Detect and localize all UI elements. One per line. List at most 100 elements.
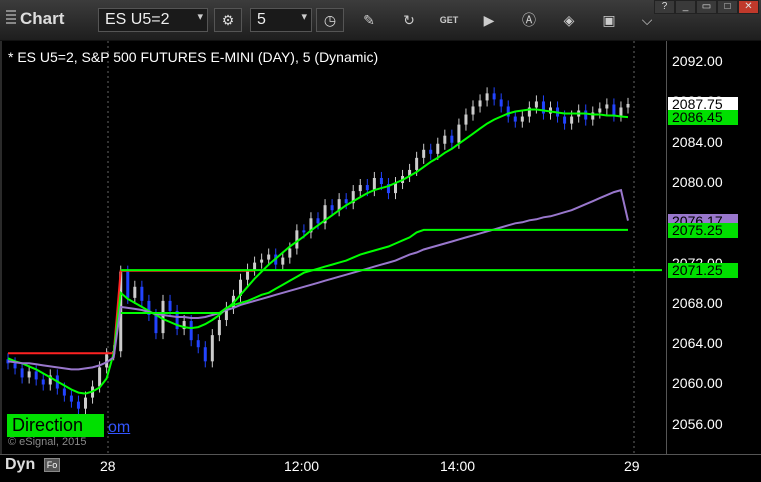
- refresh-icon[interactable]: ↻: [398, 10, 420, 30]
- clock-icon[interactable]: ◷: [316, 8, 344, 32]
- candle: [485, 87, 489, 107]
- candle: [253, 256, 257, 276]
- candle: [161, 294, 165, 340]
- candle: [534, 95, 538, 114]
- y-tick-label: 2064.00: [672, 335, 723, 352]
- dyn-label[interactable]: Dyn: [5, 456, 35, 474]
- candle: [246, 263, 250, 286]
- candle: [140, 280, 144, 307]
- direction-badge: Direction: [7, 414, 104, 437]
- grip-icon[interactable]: [6, 10, 16, 26]
- y-tick-label: 2056.00: [672, 415, 723, 432]
- candle: [527, 101, 531, 123]
- candle: [372, 171, 376, 197]
- candle: [394, 176, 397, 200]
- maximize-icon[interactable]: □: [717, 0, 738, 14]
- candle: [323, 199, 327, 230]
- candle: [196, 334, 200, 354]
- candle: [513, 110, 517, 128]
- x-tick-label: 12:00: [284, 458, 320, 474]
- candle: [210, 329, 214, 368]
- copyright: © eSignal, 2015: [8, 436, 87, 448]
- candle: [76, 395, 80, 415]
- get-icon[interactable]: GET: [438, 10, 460, 30]
- minimize-icon[interactable]: _: [675, 0, 696, 14]
- chart-title: * ES U5=2, S&P 500 FUTURES E-MINI (DAY),…: [8, 49, 379, 65]
- candle: [506, 100, 510, 123]
- window-title-label: Chart: [20, 9, 65, 28]
- candle: [471, 100, 475, 121]
- y-tick-label: 2080.00: [672, 174, 723, 191]
- candle: [20, 362, 24, 384]
- pencil-icon[interactable]: ✎: [358, 10, 380, 30]
- candle: [520, 110, 524, 128]
- candle: [337, 193, 341, 217]
- candle: [584, 104, 588, 126]
- x-tick-label: 28: [100, 458, 116, 474]
- play-icon[interactable]: ▶: [478, 10, 500, 30]
- candle: [464, 108, 468, 131]
- candle: [48, 369, 52, 391]
- window-title: Chart: [6, 9, 64, 29]
- chevron-down-icon[interactable]: ▾: [301, 10, 307, 23]
- candle: [175, 304, 179, 336]
- y-tick-label: 2092.00: [672, 53, 723, 70]
- candle: [541, 95, 545, 120]
- y-tick-label: 2084.00: [672, 133, 723, 150]
- candle: [422, 143, 426, 164]
- symbol-input[interactable]: ES U5=2 ▾: [98, 8, 208, 32]
- camera-icon[interactable]: ▣: [598, 10, 620, 30]
- candle: [358, 179, 362, 198]
- help-icon[interactable]: ?: [654, 0, 675, 14]
- indicator-line: [7, 108, 629, 395]
- candle: [598, 102, 602, 119]
- format-icon[interactable]: Fo: [44, 458, 60, 472]
- candle: [591, 106, 595, 126]
- y-tick-label: 2060.00: [672, 375, 723, 392]
- symbol-value: ES U5=2: [105, 11, 170, 28]
- settings-icon[interactable]: ⚙: [214, 8, 242, 32]
- candle: [224, 301, 228, 327]
- candle: [309, 212, 313, 239]
- candle: [133, 280, 137, 304]
- candle: [147, 294, 151, 322]
- alert-icon[interactable]: Ⓐ: [518, 10, 540, 30]
- candle: [408, 163, 412, 183]
- x-tick-label: 29: [624, 458, 640, 474]
- candle: [217, 313, 221, 342]
- candle: [429, 143, 433, 160]
- candle: [295, 224, 299, 255]
- candle: [84, 391, 87, 415]
- overlay-link[interactable]: om: [108, 419, 130, 437]
- candle: [605, 98, 609, 115]
- price-tag: 2086.45: [668, 110, 738, 126]
- candle: [612, 98, 616, 122]
- chevron-down-icon[interactable]: ▾: [197, 10, 203, 23]
- candle: [478, 94, 482, 113]
- price-plot[interactable]: [2, 41, 666, 454]
- price-tag: 2075.25: [668, 222, 738, 238]
- candle: [443, 129, 447, 150]
- candle: [351, 185, 355, 210]
- close-icon[interactable]: ✕: [738, 0, 759, 14]
- candle: [239, 273, 242, 302]
- x-tick-label: 14:00: [440, 458, 476, 474]
- toolbar: Chart ES U5=2 ▾ ⚙ 5 ▾ ◷ ✎ ↻ GET ▶ Ⓐ ◈ ▣ ⌵ …: [0, 0, 761, 41]
- candle: [386, 177, 390, 200]
- candle: [492, 87, 496, 106]
- y-tick-label: 2068.00: [672, 294, 723, 311]
- candle: [450, 129, 454, 149]
- candle: [27, 365, 31, 384]
- tag-icon[interactable]: ◈: [558, 10, 580, 30]
- candle: [189, 314, 193, 347]
- interval-value: 5: [257, 11, 266, 28]
- chart-area[interactable]: [2, 41, 666, 454]
- candle: [41, 373, 45, 391]
- candle: [499, 93, 503, 113]
- price-tag: 2071.25: [668, 263, 738, 279]
- candle: [203, 341, 207, 368]
- candle: [260, 253, 264, 269]
- restore-icon[interactable]: ▭: [696, 0, 717, 14]
- interval-input[interactable]: 5 ▾: [250, 8, 312, 32]
- candle: [626, 97, 630, 114]
